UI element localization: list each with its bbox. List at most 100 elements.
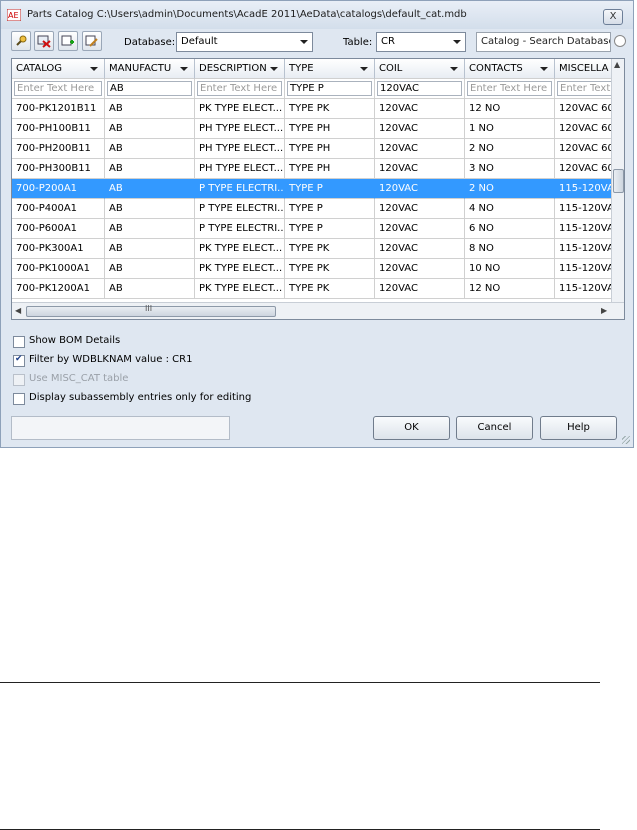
filter-input[interactable]: Enter Text Here [12,79,105,99]
filter-input[interactable]: 120VAC [375,79,465,99]
table-cell[interactable]: 6 NO [465,219,555,239]
column-header[interactable]: MISCELLA [555,59,615,79]
table-row[interactable]: 700-PK1201B11 AB PK TYPE ELECT... TYPE PK 12… [12,99,615,119]
table-cell[interactable]: TYPE PK [285,239,375,259]
help-button[interactable]: Help [540,416,617,440]
table-cell[interactable]: 700-P200A1 [12,179,105,199]
table-cell[interactable]: PK TYPE ELECT... [195,99,285,119]
table-cell[interactable]: 120VAC [375,239,465,259]
table-cell[interactable]: AB [105,259,195,279]
table-cell[interactable]: 700-PH300B11 [12,159,105,179]
table-cell[interactable]: AB [105,139,195,159]
table-cell[interactable]: 700-P600A1 [12,219,105,239]
horizontal-scroll-thumb[interactable]: III [26,304,276,317]
database-select[interactable]: Default [176,32,313,52]
table-cell[interactable]: 115-120VA [555,259,615,279]
table-cell[interactable]: PH TYPE ELECT... [195,119,285,139]
table-cell[interactable]: 120VAC [375,199,465,219]
table-cell[interactable]: 700-PK1201B11 [12,99,105,119]
table-cell[interactable]: PK TYPE ELECT... [195,259,285,279]
table-cell[interactable]: 700-PH100B11 [12,119,105,139]
cancel-button[interactable]: Cancel [456,416,533,440]
table-cell[interactable]: AB [105,279,195,299]
scroll-right-icon[interactable]: ▶ [601,306,607,315]
vertical-scroll-thumb[interactable] [613,169,624,193]
chevron-down-icon[interactable] [270,67,278,71]
table-cell[interactable]: 115-120VA [555,179,615,199]
table-cell[interactable]: TYPE PH [285,119,375,139]
ok-button[interactable]: OK [373,416,450,440]
resize-grip-icon[interactable] [622,436,630,444]
option-checkbox[interactable] [13,393,25,405]
column-header[interactable]: TYPE [285,59,375,79]
table-cell[interactable]: PK TYPE ELECT... [195,239,285,259]
add-part-button[interactable] [11,31,31,51]
table-cell[interactable]: TYPE PK [285,99,375,119]
table-cell[interactable]: 120VAC [375,179,465,199]
table-row-selected[interactable]: 700-P200A1 AB P TYPE ELECTRI... TYPE P 120VA… [12,179,615,199]
delete-part-button[interactable] [34,31,54,51]
chevron-down-icon[interactable] [360,67,368,71]
table-cell[interactable]: TYPE PH [285,159,375,179]
table-cell[interactable]: TYPE P [285,199,375,219]
filter-input[interactable]: Enter Text Here [195,79,285,99]
table-cell[interactable]: 120VAC 60 [555,99,615,119]
table-cell[interactable]: PH TYPE ELECT... [195,139,285,159]
search-icon[interactable] [614,35,626,47]
chevron-down-icon[interactable] [90,67,98,71]
table-cell[interactable]: 700-P400A1 [12,199,105,219]
table-cell[interactable]: 115-120VA [555,199,615,219]
scroll-left-icon[interactable]: ◀ [15,306,21,315]
filter-input[interactable]: Enter Text Here [555,79,615,99]
chevron-down-icon[interactable] [450,67,458,71]
table-row[interactable]: 700-PH200B11 AB PH TYPE ELECT... TYPE PH 120… [12,139,615,159]
table-row[interactable]: 700-PH100B11 AB PH TYPE ELECT... TYPE PH 120… [12,119,615,139]
table-cell[interactable]: TYPE P [285,179,375,199]
edit-part-button[interactable] [82,31,102,51]
table-cell[interactable]: AB [105,179,195,199]
table-cell[interactable]: 115-120VA [555,279,615,299]
column-header[interactable]: CONTACTS [465,59,555,79]
table-cell[interactable]: AB [105,159,195,179]
vertical-scrollbar[interactable]: ▲ [611,59,624,303]
table-cell[interactable]: TYPE P [285,219,375,239]
table-cell[interactable]: 120VAC [375,119,465,139]
search-input[interactable]: Catalog - Search Database [476,32,611,52]
table-cell[interactable]: AB [105,219,195,239]
table-cell[interactable]: 700-PK300A1 [12,239,105,259]
scroll-up-icon[interactable]: ▲ [614,60,620,69]
table-cell[interactable]: 120VAC 60 [555,119,615,139]
chevron-down-icon[interactable] [540,67,548,71]
table-cell[interactable]: 700-PK1000A1 [12,259,105,279]
column-header[interactable]: COIL [375,59,465,79]
table-cell[interactable]: TYPE PK [285,259,375,279]
table-select[interactable]: CR [376,32,466,52]
table-cell[interactable]: 4 NO [465,199,555,219]
table-cell[interactable]: PK TYPE ELECT... [195,279,285,299]
table-cell[interactable]: 1 NO [465,119,555,139]
table-cell[interactable]: 120VAC [375,159,465,179]
table-cell[interactable]: 120VAC 60 [555,159,615,179]
table-row[interactable]: 700-PK1000A1 AB PK TYPE ELECT... TYPE PK 120… [12,259,615,279]
filter-input[interactable]: Enter Text Here [465,79,555,99]
table-cell[interactable]: 120VAC [375,219,465,239]
table-cell[interactable]: 2 NO [465,139,555,159]
horizontal-scrollbar[interactable]: ◀ III ▶ [12,302,624,319]
table-cell[interactable]: 12 NO [465,99,555,119]
table-cell[interactable]: 12 NO [465,279,555,299]
filter-input[interactable]: TYPE P [285,79,375,99]
table-cell[interactable]: 2 NO [465,179,555,199]
table-row[interactable]: 700-PK1200A1 AB PK TYPE ELECT... TYPE PK 120… [12,279,615,299]
option-checkbox[interactable] [13,354,25,367]
table-cell[interactable]: AB [105,239,195,259]
table-cell[interactable]: AB [105,119,195,139]
table-cell[interactable]: 120VAC [375,279,465,299]
table-cell[interactable]: TYPE PH [285,139,375,159]
table-row[interactable]: 700-PH300B11 AB PH TYPE ELECT... TYPE PH 120… [12,159,615,179]
table-cell[interactable]: PH TYPE ELECT... [195,159,285,179]
table-cell[interactable]: 8 NO [465,239,555,259]
table-cell[interactable]: P TYPE ELECTRI... [195,179,285,199]
table-row[interactable]: 700-P400A1 AB P TYPE ELECTRI... TYPE P 120VA… [12,199,615,219]
table-cell[interactable]: P TYPE ELECTRI... [195,219,285,239]
table-cell[interactable]: 120VAC [375,139,465,159]
